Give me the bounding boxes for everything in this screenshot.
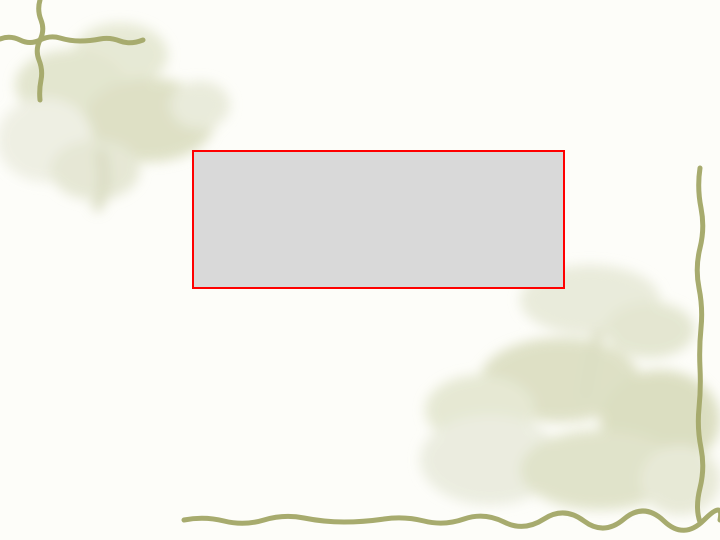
content-placeholder-box[interactable] bbox=[192, 150, 565, 289]
floral-corner-bottom-right-icon bbox=[420, 265, 720, 515]
